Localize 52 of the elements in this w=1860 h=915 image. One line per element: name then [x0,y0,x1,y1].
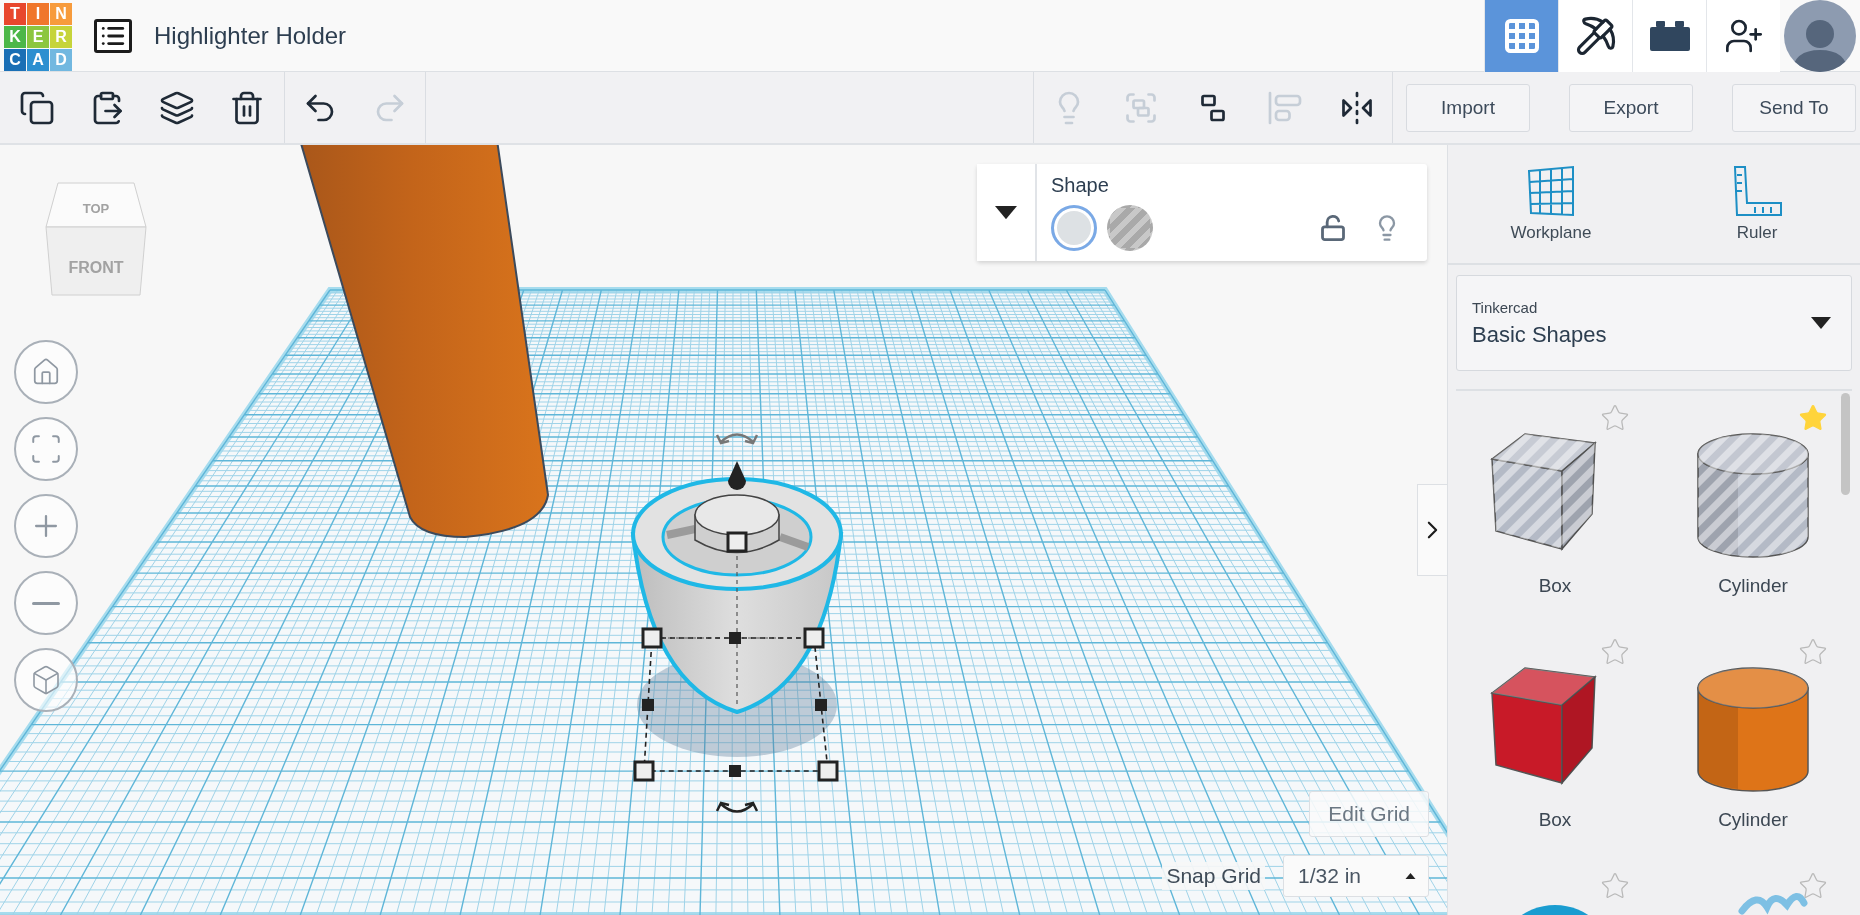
view-mode-button[interactable] [1632,0,1706,72]
solid-swatch[interactable] [1051,205,1097,251]
header-button[interactable]: Send To [1732,83,1856,132]
scrollbar[interactable] [1841,393,1850,495]
header-button[interactable]: Export [1569,83,1693,132]
trash-icon [229,89,265,126]
home-icon [31,357,61,387]
caret-down-icon [1811,317,1831,329]
snap-grid-select[interactable]: 1/32 in [1283,855,1429,897]
hole-swatch[interactable] [1107,205,1153,251]
caret-up-icon [1405,872,1416,880]
ruler-button[interactable]: Ruler [1654,145,1860,263]
caret-icon [995,205,1017,220]
view-mode-button[interactable] [1558,0,1632,72]
workplane-button[interactable]: Workplane [1448,145,1654,263]
shape-tile[interactable]: Cylinder [1654,633,1852,867]
cube-icon [30,664,62,696]
star-icon[interactable] [1798,403,1828,433]
mirror-icon [1339,89,1375,126]
copy-icon [19,89,55,126]
brick-icon [1649,20,1690,51]
perspective-button[interactable] [14,648,78,712]
pickaxe-icon [1574,14,1617,57]
collapse-panel-button[interactable] [1417,484,1447,576]
star-icon[interactable] [1600,637,1630,667]
move-handle-icon[interactable] [726,531,748,553]
height-arrow-icon[interactable] [728,461,746,490]
design-title: Highlighter Holder [154,21,348,50]
star-icon[interactable] [1798,871,1828,901]
lock-button[interactable] [1319,214,1347,242]
grid-plane-icon [1525,165,1577,217]
ruler-icon [1731,165,1783,217]
collapse-inspector-button[interactable] [977,164,1037,261]
rotate-arrow-icon[interactable] [715,801,759,813]
shape-tile[interactable]: Box [1456,633,1654,867]
inspector-title: Shape [1051,174,1110,197]
minus-icon [32,601,60,605]
shape-tile[interactable]: Cylinder [1654,399,1852,633]
snap-grid-label: Snap Grid [1162,862,1265,890]
unlocked-icon [1319,214,1347,242]
star-icon[interactable] [1600,403,1630,433]
logo[interactable]: T I N K E R C A D [4,2,72,71]
star-icon[interactable] [1600,871,1630,901]
shape-tile[interactable]: Box [1456,399,1654,633]
design-list-button[interactable] [94,18,132,53]
star-icon[interactable] [1798,637,1828,667]
header-button[interactable]: Import [1406,83,1530,132]
fit-frame-icon [29,432,63,466]
add-user-button[interactable] [1706,0,1780,72]
shape-library-dropdown[interactable]: Tinkercad Basic Shapes [1456,275,1852,371]
edit-grid-button[interactable]: Edit Grid [1309,791,1429,837]
align-icon [1267,89,1303,126]
